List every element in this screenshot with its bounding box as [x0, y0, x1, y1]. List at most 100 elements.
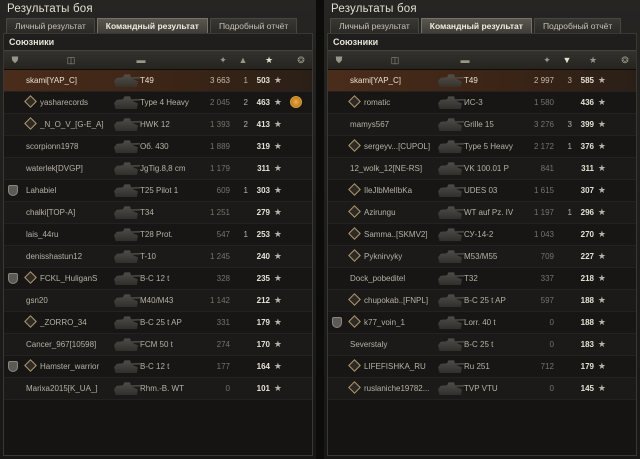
- tank-name: B-C 12 t: [140, 274, 170, 283]
- xp-star-icon: ★: [273, 361, 282, 371]
- damage-value: 841: [540, 164, 554, 173]
- xp-value: 376: [580, 142, 594, 151]
- player-row[interactable]: Pyknirvyky M53/M55 709 227 ★: [328, 246, 636, 268]
- player-row[interactable]: ruslaniche19782... TVP VTU 0 145 ★: [328, 378, 636, 400]
- section-allies: Союзники: [328, 34, 636, 50]
- damage-value: 1 043: [533, 230, 554, 239]
- medal-icon[interactable]: ❂: [618, 55, 632, 65]
- player-name: Dock_pobeditel: [350, 274, 406, 283]
- xp-star-icon: ★: [597, 141, 606, 151]
- player-row[interactable]: Lahabiel T25 Pilot 1 609 1 303 ★: [4, 180, 312, 202]
- player-name: romatic: [364, 98, 391, 107]
- medal-icon[interactable]: [290, 96, 302, 108]
- kills-icon[interactable]: ▼: [560, 55, 574, 65]
- player-row[interactable]: _N_O_V_[G-E_A] HWK 12 1 393 2 413 ★: [4, 114, 312, 136]
- tab-team-result[interactable]: Командный результат: [96, 18, 208, 33]
- tab-personal-result[interactable]: Личный результат: [6, 18, 95, 33]
- player-row[interactable]: Dock_pobeditel T32 337 218 ★: [328, 268, 636, 290]
- player-row[interactable]: sergeyv...[CUPOL] Type 5 Heavy 2 172 1 376 ★: [328, 136, 636, 158]
- player-name: FCKL_HuliganS: [40, 274, 98, 283]
- damage-icon[interactable]: ✦: [216, 55, 230, 65]
- xp-star-icon: ★: [597, 361, 606, 371]
- tank-name: T49: [464, 76, 478, 85]
- player-row[interactable]: chalki[TOP-A] T34 1 251 279 ★: [4, 202, 312, 224]
- player-row[interactable]: k77_voin_1 Lorr. 40 t 0 188 ★: [328, 312, 636, 334]
- player-row[interactable]: Samma..[SKMV2] СУ-14-2 1 043 270 ★: [328, 224, 636, 246]
- xp-star-icon: ★: [597, 273, 606, 283]
- tank-icon[interactable]: ▬: [134, 55, 148, 65]
- player-row[interactable]: Cancer_967[10598] FCM 50 t 274 170 ★: [4, 334, 312, 356]
- player-row[interactable]: Severstaly B-C 25 t 0 183 ★: [328, 334, 636, 356]
- player-name: Samma..[SKMV2]: [364, 230, 428, 239]
- player-row[interactable]: Azirungu WT auf Pz. IV 1 197 1 296 ★: [328, 202, 636, 224]
- player-row[interactable]: FCKL_HuliganS B-C 12 t 328 235 ★: [4, 268, 312, 290]
- clan-icon[interactable]: ⛊: [8, 55, 22, 65]
- damage-value: 712: [540, 362, 554, 371]
- player-row[interactable]: skami[YAP_C] T49 2 997 3 585 ★: [328, 70, 636, 92]
- player-name: Severstaly: [350, 340, 388, 349]
- xp-star-icon: ★: [597, 339, 606, 349]
- player-row[interactable]: denisshastun12 T-10 1 245 240 ★: [4, 246, 312, 268]
- clan-shield-icon: [8, 273, 18, 284]
- player-row[interactable]: waterlek[DVGP] JgTig.8,8 cm 1 179 311 ★: [4, 158, 312, 180]
- xp-star-icon: ★: [597, 97, 606, 107]
- player-name: IleJlbMelIbKa: [364, 186, 413, 195]
- tab-detailed-report[interactable]: Подробный отчёт: [533, 18, 622, 33]
- platoon-icon: [24, 271, 37, 284]
- battle-results-panel-left: Результаты боя Личный результат Командны…: [0, 0, 316, 459]
- column-header: ⛊ ◫ ▬ ✦ ▲ ★ ❂: [4, 50, 312, 70]
- player-icon[interactable]: ◫: [64, 55, 78, 65]
- tab-personal-result[interactable]: Личный результат: [330, 18, 419, 33]
- damage-value: 1 197: [533, 208, 554, 217]
- tank-name: B-C 25 t AP: [464, 296, 506, 305]
- player-row[interactable]: Marixa2015[K_UA_] Rhm.-B. WT 0 101 ★: [4, 378, 312, 400]
- xp-value: 436: [580, 98, 594, 107]
- tank-name: Rhm.-B. WT: [140, 384, 184, 393]
- xp-value: 503: [256, 76, 270, 85]
- medal-icon[interactable]: ❂: [294, 55, 308, 65]
- xp-value: 303: [256, 186, 270, 195]
- xp-star-icon: ★: [273, 163, 282, 173]
- xp-star-icon[interactable]: ★: [262, 55, 276, 65]
- tank-icon[interactable]: ▬: [458, 55, 472, 65]
- player-name: LIFEFISHKA_RU: [364, 362, 426, 371]
- tab-detailed-report[interactable]: Подробный отчёт: [209, 18, 298, 33]
- player-name: skami[YAP_C]: [26, 76, 77, 85]
- player-name: yasharecords: [40, 98, 89, 107]
- player-row[interactable]: chupokab..[FNPL] B-C 25 t AP 597 188 ★: [328, 290, 636, 312]
- player-row[interactable]: gsn20 M40/M43 1 142 212 ★: [4, 290, 312, 312]
- player-row[interactable]: yasharecords Type 4 Heavy 2 045 2 463 ★: [4, 92, 312, 114]
- xp-star-icon[interactable]: ★: [586, 55, 600, 65]
- player-row[interactable]: LIFEFISHKA_RU Ru 251 712 179 ★: [328, 356, 636, 378]
- player-row[interactable]: IleJlbMelIbKa UDES 03 1 615 307 ★: [328, 180, 636, 202]
- damage-value: 709: [540, 252, 554, 261]
- player-row[interactable]: Hamster_warrior B-C 12 t 177 164 ★: [4, 356, 312, 378]
- tank-name: T-10: [140, 252, 157, 261]
- player-row[interactable]: 12_wolk_12[NE-RS] VK 100.01 P 841 311 ★: [328, 158, 636, 180]
- tank-name: Type 4 Heavy: [140, 98, 189, 107]
- player-row[interactable]: mamys567 Grille 15 3 276 3 399 ★: [328, 114, 636, 136]
- kills-icon[interactable]: ▲: [236, 55, 250, 65]
- damage-value: 1 393: [209, 120, 230, 129]
- player-icon[interactable]: ◫: [388, 55, 402, 65]
- damage-value: 274: [216, 340, 230, 349]
- player-name: chalki[TOP-A]: [26, 208, 76, 217]
- xp-star-icon: ★: [273, 273, 282, 283]
- damage-value: 337: [540, 274, 554, 283]
- clan-shield-icon: [8, 361, 18, 372]
- player-row[interactable]: lais_44ru T28 Prot. 547 1 253 ★: [4, 224, 312, 246]
- player-row[interactable]: skami[YAP_C] T49 3 663 1 503 ★: [4, 70, 312, 92]
- damage-value: 0: [549, 384, 554, 393]
- player-row[interactable]: _ZORRO_34 B-C 25 t AP 331 179 ★: [4, 312, 312, 334]
- tab-team-result[interactable]: Командный результат: [420, 18, 532, 33]
- tank-name: Ru 251: [464, 362, 490, 371]
- player-row[interactable]: romatic ИС-3 1 580 436 ★: [328, 92, 636, 114]
- damage-value: 1 179: [209, 164, 230, 173]
- damage-value: 1 580: [533, 98, 554, 107]
- damage-icon[interactable]: ✦: [540, 55, 554, 65]
- clan-icon[interactable]: ⛊: [332, 55, 346, 65]
- tank-name: Type 5 Heavy: [464, 142, 513, 151]
- column-header: ⛊ ◫ ▬ ✦ ▼ ★ ❂: [328, 50, 636, 70]
- player-row[interactable]: scorpionn1978 Об. 430 1 889 319 ★: [4, 136, 312, 158]
- damage-value: 1 142: [209, 296, 230, 305]
